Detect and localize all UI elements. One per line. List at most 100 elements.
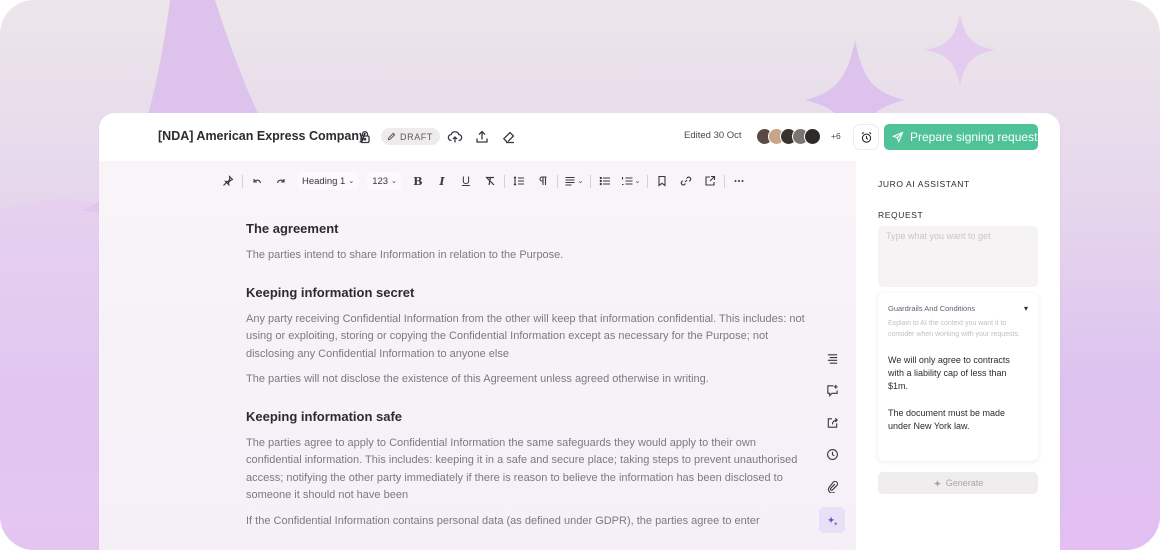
- collaborator-avatars[interactable]: [756, 128, 821, 145]
- share-button[interactable]: [821, 411, 843, 433]
- guardrails-header[interactable]: Guardrails And Conditions ▾: [888, 304, 1028, 313]
- bullet-list-button[interactable]: [593, 171, 617, 191]
- chevron-down-icon: ⌄: [348, 178, 355, 185]
- reminder-button[interactable]: [854, 125, 878, 149]
- italic-button[interactable]: I: [430, 171, 454, 191]
- undo-icon: [253, 179, 262, 184]
- generate-label: Generate: [945, 478, 984, 488]
- sparkles-icon: [827, 515, 838, 526]
- pin-icon: [223, 175, 234, 187]
- section-paragraph: The parties intend to share Information …: [246, 249, 564, 261]
- sparkle-shape-small: [924, 14, 996, 86]
- guardrails-help-text: Explain to AI the context you want it to…: [888, 320, 1020, 338]
- chevron-down-icon: ⌄: [634, 178, 641, 185]
- sparkle-icon: [933, 478, 942, 488]
- chevron-down-icon[interactable]: ▾: [1024, 304, 1028, 313]
- list-number-select[interactable]: 123 ⌄: [367, 172, 402, 190]
- link-icon: [680, 176, 692, 186]
- pencil-icon: [387, 132, 396, 141]
- guardrails-card[interactable]: Guardrails And Conditions ▾ Explain to A…: [878, 293, 1038, 461]
- request-label: REQUEST: [878, 210, 924, 220]
- side-toolbar: [819, 347, 845, 550]
- outline-button[interactable]: [821, 347, 843, 369]
- bold-button[interactable]: B: [406, 171, 430, 191]
- align-left-icon: [565, 176, 575, 186]
- paperclip-icon: [827, 480, 838, 493]
- cloud-upload-icon[interactable]: [447, 129, 463, 145]
- heading-style-select[interactable]: Heading 1 ⌄: [297, 172, 360, 190]
- clear-format-button[interactable]: [478, 171, 502, 191]
- undo-button[interactable]: [245, 171, 269, 191]
- ai-assistant-panel: JURO AI ASSISTANT REQUEST Guardrails And…: [856, 161, 1060, 550]
- clock-icon: [826, 448, 838, 460]
- underline-button[interactable]: U: [454, 171, 478, 191]
- collaborators-count[interactable]: +6: [831, 131, 841, 141]
- link-button[interactable]: [674, 171, 698, 191]
- redo-button[interactable]: [269, 171, 293, 191]
- avatar[interactable]: [804, 128, 821, 145]
- chevron-down-icon: ⌄: [577, 178, 584, 185]
- ai-assistant-button[interactable]: [819, 507, 845, 533]
- document-section: The agreement The parties intend to shar…: [246, 221, 806, 265]
- guardrail-item: We will only agree to contracts with a l…: [888, 355, 1010, 391]
- share-comment-button[interactable]: [698, 171, 722, 191]
- panel-title: JURO AI ASSISTANT: [878, 179, 970, 189]
- redo-icon: [276, 179, 285, 184]
- edited-timestamp: Edited 30 Oct: [684, 130, 742, 141]
- add-comment-button[interactable]: [821, 379, 843, 401]
- add-comment-icon: [826, 384, 838, 397]
- bookmark-icon: [658, 175, 666, 187]
- share-upload-icon[interactable]: [474, 129, 490, 145]
- request-input[interactable]: [878, 226, 1038, 287]
- attachment-button[interactable]: [821, 475, 843, 497]
- section-heading: The agreement: [246, 221, 339, 236]
- eraser-icon[interactable]: [501, 129, 517, 145]
- section-paragraph: The parties will not disclose the existe…: [246, 373, 709, 385]
- section-paragraph: The parties agree to apply to Confidenti…: [246, 436, 798, 502]
- alarm-clock-icon: [861, 131, 871, 143]
- document-editor[interactable]: Heading 1 ⌄ 123 ⌄ B I U ⌄ ⌄ The agreemen…: [99, 161, 856, 550]
- section-heading: Keeping information secret: [246, 284, 415, 300]
- status-badge-label: DRAFT: [400, 131, 433, 142]
- align-button[interactable]: ⌄: [560, 171, 588, 191]
- outline-icon: [827, 353, 837, 364]
- history-button[interactable]: [821, 443, 843, 465]
- clear-format-icon: [485, 176, 495, 186]
- formatting-toolbar: Heading 1 ⌄ 123 ⌄ B I U ⌄ ⌄: [216, 170, 751, 192]
- section-heading: Keeping information safe: [246, 408, 403, 424]
- paragraph-button[interactable]: [531, 171, 555, 191]
- background-frame: [NDA] American Express Company DRAFT Edi…: [0, 0, 1160, 550]
- line-spacing-button[interactable]: [507, 171, 531, 191]
- lock-icon[interactable]: [357, 129, 373, 145]
- status-badge: DRAFT: [381, 128, 440, 145]
- list-number-value: 123: [372, 175, 389, 187]
- section-paragraph: Any party receiving Confidential Informa…: [246, 312, 805, 360]
- numbered-list-icon: [622, 177, 633, 186]
- guardrails-title: Guardrails And Conditions: [888, 304, 976, 313]
- editor-window: [NDA] American Express Company DRAFT Edi…: [99, 113, 1060, 550]
- send-icon: [892, 131, 904, 143]
- document-title: [NDA] American Express Company: [158, 129, 366, 143]
- generate-button[interactable]: Generate: [878, 472, 1038, 494]
- guardrail-item: The document must be made under New York…: [888, 408, 1006, 431]
- document-content[interactable]: The agreement The parties intend to shar…: [246, 221, 806, 550]
- paragraph-icon: [539, 176, 547, 185]
- section-paragraph: If the Confidential Information contains…: [246, 514, 760, 527]
- prepare-signing-button[interactable]: Prepare signing request: [884, 124, 1038, 150]
- pin-button[interactable]: [216, 171, 240, 191]
- bullet-list-icon: [599, 176, 610, 186]
- top-bar: [NDA] American Express Company DRAFT Edi…: [99, 113, 1060, 161]
- share-comment-icon: [705, 175, 715, 186]
- heading-style-value: Heading 1: [302, 175, 346, 187]
- chevron-down-icon: ⌄: [391, 178, 397, 185]
- bookmark-button[interactable]: [650, 171, 674, 191]
- more-horizontal-icon: [734, 180, 744, 182]
- prepare-signing-label: Prepare signing request: [910, 130, 1038, 144]
- more-vertical-button[interactable]: [821, 543, 843, 550]
- more-options-button[interactable]: [727, 171, 751, 191]
- guardrails-input[interactable]: We will only agree to contracts with a l…: [888, 354, 1028, 433]
- numbered-list-button[interactable]: ⌄: [617, 171, 645, 191]
- line-spacing-icon: [513, 176, 524, 186]
- document-section: Keeping information safe The parties agr…: [246, 409, 806, 531]
- document-section: Keeping information secret Any party rec…: [246, 285, 806, 389]
